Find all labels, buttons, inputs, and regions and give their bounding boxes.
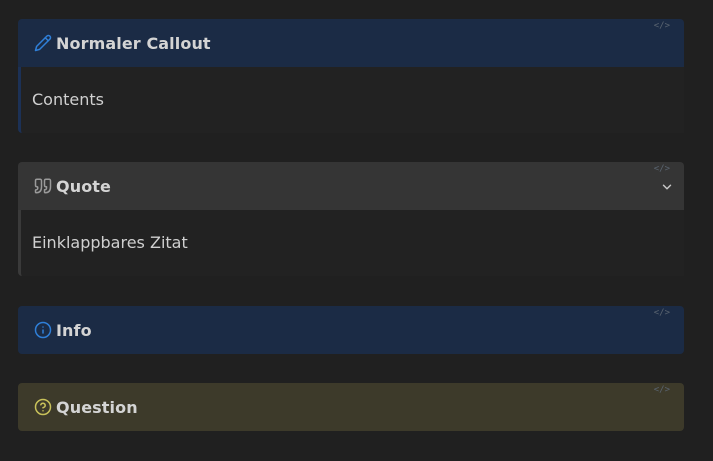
pencil-icon bbox=[34, 34, 52, 52]
callout-quote-content: Einklappbares Zitat bbox=[32, 232, 188, 252]
question-icon bbox=[34, 398, 52, 416]
callout-quote: Quote </> Einklappbares Zitat bbox=[18, 162, 684, 276]
callout-info-header[interactable]: Info </> bbox=[18, 306, 684, 354]
code-view-icon[interactable]: </> bbox=[654, 21, 670, 31]
callout-quote-header[interactable]: Quote </> bbox=[18, 162, 684, 210]
page: Normaler Callout </> Contents Quote </> bbox=[0, 0, 713, 461]
callout-info-title: Info bbox=[56, 320, 92, 340]
callout-info: Info </> bbox=[18, 306, 684, 354]
callout-question-header[interactable]: Question </> bbox=[18, 383, 684, 431]
callout-note: Normaler Callout </> Contents bbox=[18, 19, 684, 133]
callout-question: Question </> bbox=[18, 383, 684, 431]
chevron-down-icon[interactable] bbox=[660, 179, 674, 193]
quote-icon bbox=[34, 177, 52, 195]
callout-quote-title: Quote bbox=[56, 176, 111, 196]
callout-note-header[interactable]: Normaler Callout </> bbox=[18, 19, 684, 67]
code-view-icon[interactable]: </> bbox=[654, 164, 670, 174]
code-view-icon[interactable]: </> bbox=[654, 385, 670, 395]
callout-question-title: Question bbox=[56, 397, 138, 417]
callout-quote-body: Einklappbares Zitat bbox=[18, 210, 684, 276]
code-view-icon[interactable]: </> bbox=[654, 308, 670, 318]
info-icon bbox=[34, 321, 52, 339]
callout-note-content: Contents bbox=[32, 89, 104, 109]
callout-note-title: Normaler Callout bbox=[56, 33, 211, 53]
callout-note-body: Contents bbox=[18, 67, 684, 133]
